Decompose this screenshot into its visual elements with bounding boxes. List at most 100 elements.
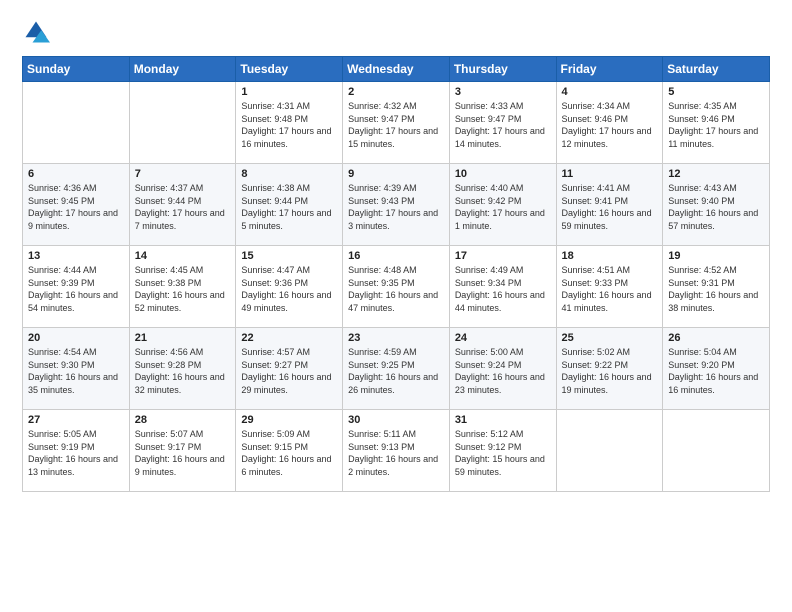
day-info: Sunrise: 4:39 AM Sunset: 9:43 PM Dayligh… xyxy=(348,182,444,232)
weekday-header-wednesday: Wednesday xyxy=(343,57,450,82)
day-info: Sunrise: 4:49 AM Sunset: 9:34 PM Dayligh… xyxy=(455,264,551,314)
day-info: Sunrise: 4:59 AM Sunset: 9:25 PM Dayligh… xyxy=(348,346,444,396)
day-info: Sunrise: 5:12 AM Sunset: 9:12 PM Dayligh… xyxy=(455,428,551,478)
calendar-cell: 30 Sunrise: 5:11 AM Sunset: 9:13 PM Dayli… xyxy=(343,410,450,492)
weekday-header-tuesday: Tuesday xyxy=(236,57,343,82)
day-info: Sunrise: 4:37 AM Sunset: 9:44 PM Dayligh… xyxy=(135,182,231,232)
day-number: 27 xyxy=(28,414,124,426)
calendar-header: SundayMondayTuesdayWednesdayThursdayFrid… xyxy=(23,57,770,82)
day-number: 9 xyxy=(348,168,444,180)
calendar-cell: 3 Sunrise: 4:33 AM Sunset: 9:47 PM Daylig… xyxy=(449,82,556,164)
day-info: Sunrise: 5:00 AM Sunset: 9:24 PM Dayligh… xyxy=(455,346,551,396)
day-number: 22 xyxy=(241,332,337,344)
day-number: 29 xyxy=(241,414,337,426)
day-info: Sunrise: 4:47 AM Sunset: 9:36 PM Dayligh… xyxy=(241,264,337,314)
day-number: 11 xyxy=(562,168,658,180)
page: SundayMondayTuesdayWednesdayThursdayFrid… xyxy=(0,0,792,612)
calendar-cell: 27 Sunrise: 5:05 AM Sunset: 9:19 PM Dayli… xyxy=(23,410,130,492)
day-number: 12 xyxy=(668,168,764,180)
day-info: Sunrise: 4:57 AM Sunset: 9:27 PM Dayligh… xyxy=(241,346,337,396)
day-info: Sunrise: 4:44 AM Sunset: 9:39 PM Dayligh… xyxy=(28,264,124,314)
calendar-cell: 17 Sunrise: 4:49 AM Sunset: 9:34 PM Dayli… xyxy=(449,246,556,328)
weekday-header-monday: Monday xyxy=(129,57,236,82)
calendar-cell: 24Sunrise: 5:00 AM Sunset: 9:24 PM Dayli… xyxy=(449,328,556,410)
day-info: Sunrise: 4:34 AM Sunset: 9:46 PM Dayligh… xyxy=(562,100,658,150)
calendar-cell xyxy=(663,410,770,492)
calendar-week-0: 1 Sunrise: 4:31 AM Sunset: 9:48 PM Daylig… xyxy=(23,82,770,164)
day-info: Sunrise: 4:35 AM Sunset: 9:46 PM Dayligh… xyxy=(668,100,764,150)
day-info: Sunrise: 4:48 AM Sunset: 9:35 PM Dayligh… xyxy=(348,264,444,314)
day-info: Sunrise: 4:36 AM Sunset: 9:45 PM Dayligh… xyxy=(28,182,124,232)
calendar-cell xyxy=(129,82,236,164)
calendar-week-2: 13 Sunrise: 4:44 AM Sunset: 9:39 PM Dayli… xyxy=(23,246,770,328)
day-number: 6 xyxy=(28,168,124,180)
calendar-cell: 4 Sunrise: 4:34 AM Sunset: 9:46 PM Daylig… xyxy=(556,82,663,164)
day-info: Sunrise: 4:54 AM Sunset: 9:30 PM Dayligh… xyxy=(28,346,124,396)
calendar-cell xyxy=(556,410,663,492)
day-number: 14 xyxy=(135,250,231,262)
weekday-header-saturday: Saturday xyxy=(663,57,770,82)
calendar-table: SundayMondayTuesdayWednesdayThursdayFrid… xyxy=(22,56,770,492)
weekday-header-sunday: Sunday xyxy=(23,57,130,82)
calendar-week-1: 6 Sunrise: 4:36 AM Sunset: 9:45 PM Daylig… xyxy=(23,164,770,246)
day-number: 26 xyxy=(668,332,764,344)
day-number: 1 xyxy=(241,86,337,98)
day-number: 17 xyxy=(455,250,551,262)
calendar-cell: 23 Sunrise: 4:59 AM Sunset: 9:25 PM Dayli… xyxy=(343,328,450,410)
weekday-header-friday: Friday xyxy=(556,57,663,82)
day-number: 31 xyxy=(455,414,551,426)
calendar-cell: 9 Sunrise: 4:39 AM Sunset: 9:43 PM Daylig… xyxy=(343,164,450,246)
calendar-cell: 29 Sunrise: 5:09 AM Sunset: 9:15 PM Dayli… xyxy=(236,410,343,492)
day-number: 4 xyxy=(562,86,658,98)
logo xyxy=(22,18,54,46)
day-number: 3 xyxy=(455,86,551,98)
calendar-cell: 2 Sunrise: 4:32 AM Sunset: 9:47 PM Daylig… xyxy=(343,82,450,164)
day-number: 13 xyxy=(28,250,124,262)
calendar-cell: 22 Sunrise: 4:57 AM Sunset: 9:27 PM Dayli… xyxy=(236,328,343,410)
day-info: Sunrise: 4:56 AM Sunset: 9:28 PM Dayligh… xyxy=(135,346,231,396)
day-info: Sunrise: 4:40 AM Sunset: 9:42 PM Dayligh… xyxy=(455,182,551,232)
calendar-cell: 14 Sunrise: 4:45 AM Sunset: 9:38 PM Dayli… xyxy=(129,246,236,328)
weekday-row: SundayMondayTuesdayWednesdayThursdayFrid… xyxy=(23,57,770,82)
calendar-cell: 6 Sunrise: 4:36 AM Sunset: 9:45 PM Daylig… xyxy=(23,164,130,246)
day-info: Sunrise: 5:02 AM Sunset: 9:22 PM Dayligh… xyxy=(562,346,658,396)
day-number: 23 xyxy=(348,332,444,344)
calendar-cell: 25 Sunrise: 5:02 AM Sunset: 9:22 PM Dayli… xyxy=(556,328,663,410)
calendar-cell: 12Sunrise: 4:43 AM Sunset: 9:40 PM Dayli… xyxy=(663,164,770,246)
day-number: 20 xyxy=(28,332,124,344)
day-number: 30 xyxy=(348,414,444,426)
day-info: Sunrise: 5:09 AM Sunset: 9:15 PM Dayligh… xyxy=(241,428,337,478)
day-number: 7 xyxy=(135,168,231,180)
calendar-week-4: 27 Sunrise: 5:05 AM Sunset: 9:19 PM Dayli… xyxy=(23,410,770,492)
calendar-cell: 18Sunrise: 4:51 AM Sunset: 9:33 PM Dayli… xyxy=(556,246,663,328)
calendar-cell: 13 Sunrise: 4:44 AM Sunset: 9:39 PM Dayli… xyxy=(23,246,130,328)
day-info: Sunrise: 4:31 AM Sunset: 9:48 PM Dayligh… xyxy=(241,100,337,150)
calendar-cell: 28Sunrise: 5:07 AM Sunset: 9:17 PM Dayli… xyxy=(129,410,236,492)
day-info: Sunrise: 5:11 AM Sunset: 9:13 PM Dayligh… xyxy=(348,428,444,478)
calendar-cell: 26 Sunrise: 5:04 AM Sunset: 9:20 PM Dayli… xyxy=(663,328,770,410)
day-info: Sunrise: 4:52 AM Sunset: 9:31 PM Dayligh… xyxy=(668,264,764,314)
day-info: Sunrise: 4:33 AM Sunset: 9:47 PM Dayligh… xyxy=(455,100,551,150)
day-info: Sunrise: 5:04 AM Sunset: 9:20 PM Dayligh… xyxy=(668,346,764,396)
day-number: 16 xyxy=(348,250,444,262)
calendar-cell: 8Sunrise: 4:38 AM Sunset: 9:44 PM Daylig… xyxy=(236,164,343,246)
calendar-cell: 15Sunrise: 4:47 AM Sunset: 9:36 PM Dayli… xyxy=(236,246,343,328)
weekday-header-thursday: Thursday xyxy=(449,57,556,82)
day-info: Sunrise: 4:51 AM Sunset: 9:33 PM Dayligh… xyxy=(562,264,658,314)
day-info: Sunrise: 4:45 AM Sunset: 9:38 PM Dayligh… xyxy=(135,264,231,314)
calendar-week-3: 20 Sunrise: 4:54 AM Sunset: 9:30 PM Dayli… xyxy=(23,328,770,410)
calendar-cell: 16 Sunrise: 4:48 AM Sunset: 9:35 PM Dayli… xyxy=(343,246,450,328)
day-info: Sunrise: 5:05 AM Sunset: 9:19 PM Dayligh… xyxy=(28,428,124,478)
calendar-cell xyxy=(23,82,130,164)
day-info: Sunrise: 4:38 AM Sunset: 9:44 PM Dayligh… xyxy=(241,182,337,232)
calendar-cell: 10Sunrise: 4:40 AM Sunset: 9:42 PM Dayli… xyxy=(449,164,556,246)
calendar-cell: 1 Sunrise: 4:31 AM Sunset: 9:48 PM Daylig… xyxy=(236,82,343,164)
day-number: 2 xyxy=(348,86,444,98)
day-number: 5 xyxy=(668,86,764,98)
calendar-cell: 19 Sunrise: 4:52 AM Sunset: 9:31 PM Dayli… xyxy=(663,246,770,328)
day-number: 25 xyxy=(562,332,658,344)
day-info: Sunrise: 4:32 AM Sunset: 9:47 PM Dayligh… xyxy=(348,100,444,150)
calendar-cell: 31 Sunrise: 5:12 AM Sunset: 9:12 PM Dayli… xyxy=(449,410,556,492)
day-number: 21 xyxy=(135,332,231,344)
day-number: 19 xyxy=(668,250,764,262)
